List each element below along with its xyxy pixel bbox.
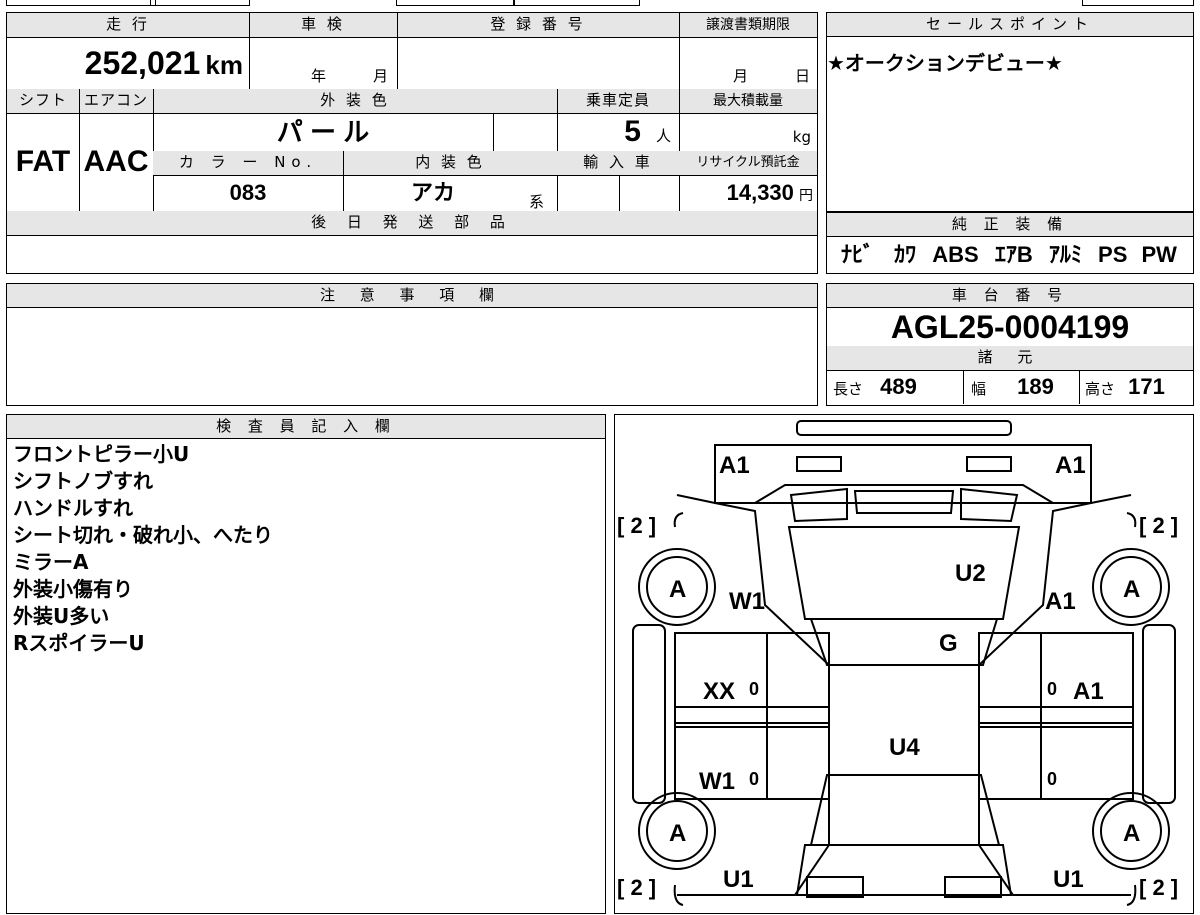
height-label: 高さ xyxy=(1085,380,1116,398)
mark-left-front-door: XX xyxy=(703,678,735,705)
tire-mark-fr: A xyxy=(1123,576,1140,603)
mark-roof: U4 xyxy=(889,734,920,761)
length-label: 長さ xyxy=(833,380,864,398)
top-strip xyxy=(0,0,1200,8)
import-header: 輸 入 車 xyxy=(557,151,679,175)
mark-windshield: G xyxy=(939,630,958,657)
door-zero-mark: 0 xyxy=(749,769,759,789)
inspector-line: シート切れ・破れ小、へたり xyxy=(13,523,273,547)
maxload-header: 最大積載量 xyxy=(679,89,817,113)
genuine-equipment-header: 純 正 装 備 xyxy=(827,213,1193,237)
door-zero-mark: 0 xyxy=(749,679,759,699)
inspector-header: 検 査 員 記 入 欄 xyxy=(7,415,605,439)
tire-count-br: [ 2 ] xyxy=(1139,875,1178,900)
equipment-item: ABS xyxy=(932,242,979,267)
equipment-item: ｶﾜ xyxy=(894,242,917,267)
mark-hood: U2 xyxy=(955,560,986,587)
sales-point-text: ★オークションデビュー★ xyxy=(827,51,1063,75)
recycle-unit: 円 xyxy=(799,188,813,204)
width-label: 幅 xyxy=(971,380,987,398)
tire-mark-rl: A xyxy=(669,820,686,847)
interior-suffix: 系 xyxy=(529,193,545,211)
tire-mark-rr: A xyxy=(1123,820,1140,847)
ac-header: エアコン xyxy=(79,89,153,113)
shift-value: FAT xyxy=(15,145,71,178)
sales-point-panel: セールスポイント ★オークションデビュー★ xyxy=(826,12,1194,212)
mark-left-rear: U1 xyxy=(723,866,754,893)
equipment-item: ﾅﾋﾞ xyxy=(841,242,875,267)
tire-count-bl: [ 2 ] xyxy=(617,875,656,900)
door-zero-mark: 0 xyxy=(1047,769,1057,789)
transfer-month-unit: 月 xyxy=(733,67,749,85)
basic-info-panel: 走 行 車 検 登 録 番 号 譲渡書類期限 252,021 km 年 月 月 … xyxy=(6,12,818,274)
capacity-unit: 人 xyxy=(655,127,671,145)
inspector-line: ミラーA xyxy=(13,550,89,574)
ac-value: AAC xyxy=(83,145,149,178)
colorno-value: 083 xyxy=(229,180,267,205)
interior-value: アカ xyxy=(410,180,455,205)
mark-left-rear-door: W1 xyxy=(699,768,735,795)
inspector-panel: 検 査 員 記 入 欄 フロントピラー小U シフトノブすれ ハンドルすれ シート… xyxy=(6,414,606,914)
genuine-equipment-list: ﾅﾋﾞ ｶﾜ ABS ｴｱB ｱﾙﾐ PS PW xyxy=(841,239,1177,271)
mark-front-left: A1 xyxy=(719,452,750,479)
tire-mark-fl: A xyxy=(669,576,686,603)
inspector-line: 外装U多い xyxy=(13,604,110,628)
length-value: 489 xyxy=(880,374,917,399)
inspection-year-unit: 年 xyxy=(311,67,327,85)
inspector-line: ハンドルすれ xyxy=(13,496,133,520)
specs-header: 諸 元 xyxy=(827,346,1193,370)
mark-right-front-fender: A1 xyxy=(1045,588,1076,615)
inspector-line: RスポイラーU xyxy=(13,631,145,655)
inspection-month-unit: 月 xyxy=(373,67,389,85)
capacity-value: 5 xyxy=(624,115,641,148)
mark-front-right: A1 xyxy=(1055,452,1086,479)
equipment-item: PW xyxy=(1141,242,1177,267)
inspection-header: 車 検 xyxy=(249,13,397,37)
width-value: 189 xyxy=(1017,374,1054,399)
mark-right-front-door: A1 xyxy=(1073,678,1104,705)
equipment-item: ｱﾙﾐ xyxy=(1048,242,1082,267)
shift-header: シフト xyxy=(7,89,79,113)
inspector-lines: フロントピラー小U シフトノブすれ ハンドルすれ シート切れ・破れ小、へたり ミ… xyxy=(13,441,273,657)
registration-header: 登 録 番 号 xyxy=(397,13,679,37)
capacity-header: 乗車定員 xyxy=(557,89,679,113)
transfer-day-unit: 日 xyxy=(795,67,811,85)
chassis-header: 車 台 番 号 xyxy=(827,284,1193,308)
interior-header: 内 装 色 xyxy=(343,151,557,175)
tire-count-tr: [ 2 ] xyxy=(1139,513,1178,538)
sales-point-header: セールスポイント xyxy=(827,13,1193,37)
later-parts-header: 後 日 発 送 部 品 xyxy=(7,211,817,235)
equipment-item: PS xyxy=(1098,242,1128,267)
transfer-header: 譲渡書類期限 xyxy=(679,13,817,37)
equipment-item: ｴｱB xyxy=(994,242,1033,267)
mileage-value: 252,021 xyxy=(84,45,201,81)
notes-panel: 注 意 事 項 欄 xyxy=(6,283,818,406)
inspector-line: フロントピラー小U xyxy=(13,442,190,466)
recycle-value: 14,330 xyxy=(726,180,794,205)
recycle-header: リサイクル預託金 xyxy=(679,151,817,175)
car-body-diagram: A1 A1 U2 G U4 W1 A1 XX A1 W1 U1 U1 0 0 0… xyxy=(617,420,1178,906)
colorno-header: カ ラ ー No. xyxy=(153,151,343,175)
mark-left-front-fender: W1 xyxy=(729,588,765,615)
exterior-value: パ ー ル xyxy=(276,117,370,147)
chassis-panel: 車 台 番 号 AGL25-0004199 諸 元 長さ 489 幅 189 高… xyxy=(826,283,1194,406)
inspector-line: 外装小傷有り xyxy=(13,577,133,601)
height-value: 171 xyxy=(1128,374,1165,399)
mileage-unit: km xyxy=(205,50,243,80)
notes-header: 注 意 事 項 欄 xyxy=(7,284,817,308)
chassis-number: AGL25-0004199 xyxy=(890,309,1130,345)
maxload-unit: kg xyxy=(792,128,811,146)
mark-right-rear: U1 xyxy=(1053,866,1084,893)
exterior-header: 外 装 色 xyxy=(153,89,557,113)
vehicle-diagram-panel: A1 A1 U2 G U4 W1 A1 XX A1 W1 U1 U1 0 0 0… xyxy=(614,414,1194,914)
tire-count-tl: [ 2 ] xyxy=(617,513,656,538)
door-zero-mark: 0 xyxy=(1047,679,1057,699)
mileage-header: 走 行 xyxy=(7,13,249,37)
inspector-line: シフトノブすれ xyxy=(13,469,153,493)
genuine-equipment-panel: 純 正 装 備 ﾅﾋﾞ ｶﾜ ABS ｴｱB ｱﾙﾐ PS PW xyxy=(826,212,1194,274)
